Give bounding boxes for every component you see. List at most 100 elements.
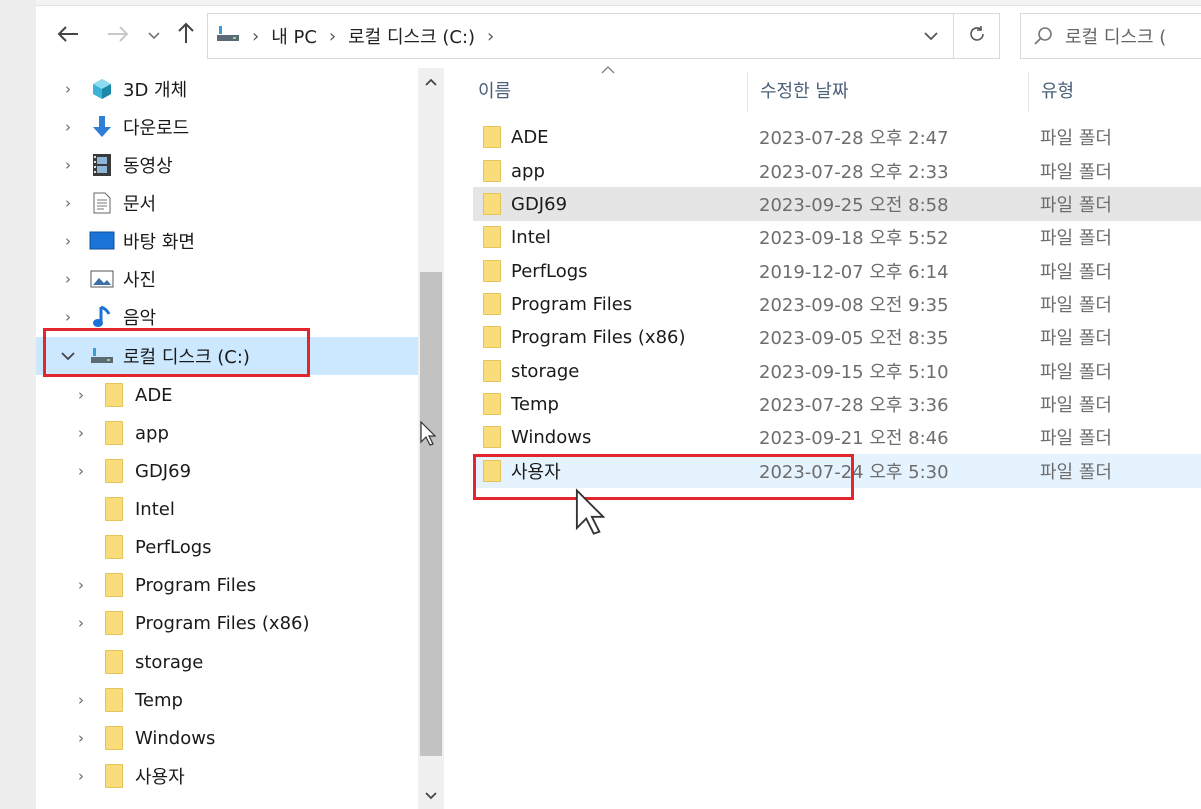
file-row-intel[interactable]: Intel 2023-09-18 오후 5:52 파일 폴더 [473, 220, 1201, 254]
tree-item-label: GDJ69 [135, 460, 192, 482]
highlight-box-local-disk [43, 328, 310, 377]
chevron-right-icon[interactable]: › [329, 26, 336, 47]
file-row-windows[interactable]: Windows 2023-09-21 오전 8:46 파일 폴더 [473, 420, 1201, 454]
document-icon [90, 191, 114, 215]
chevron-down-icon [148, 28, 160, 44]
tree-item-label: storage [135, 651, 204, 673]
tree-item-program-files-x86[interactable]: › Program Files (x86) [36, 604, 418, 642]
tree-item-app[interactable]: › app [36, 414, 418, 452]
chevron-right-icon[interactable]: › [73, 614, 89, 632]
scrollbar-thumb[interactable] [420, 272, 442, 756]
breadcrumb: › 내 PC › 로컬 디스크 (C:) › [208, 14, 506, 58]
file-row-perflogs[interactable]: PerfLogs 2019-12-07 오후 6:14 파일 폴더 [473, 254, 1201, 288]
file-date: 2023-09-05 오전 8:35 [759, 328, 949, 349]
up-button[interactable] [170, 20, 202, 52]
search-icon [1021, 26, 1065, 46]
arrow-right-icon [107, 24, 129, 49]
tree-item-label: 동영상 [123, 156, 173, 177]
tree-item-3d-objects[interactable]: › 3D 개체 [36, 70, 418, 108]
folder-icon [102, 650, 126, 674]
tree-item-pictures[interactable]: › 사진 [36, 260, 418, 298]
column-divider[interactable] [747, 72, 748, 112]
window-top-edge [36, 0, 1201, 6]
file-name: app [511, 160, 545, 182]
file-row-program-files[interactable]: Program Files 2023-09-08 오전 9:35 파일 폴더 [473, 287, 1201, 321]
back-button[interactable] [52, 20, 84, 52]
tree-item-intel[interactable]: Intel [36, 490, 418, 528]
chevron-right-icon[interactable]: › [60, 118, 76, 136]
tree-item-label: ADE [135, 384, 173, 406]
chevron-right-icon[interactable]: › [60, 270, 76, 288]
file-type: 파일 폴더 [1040, 462, 1112, 483]
folder-icon [102, 535, 126, 559]
recent-locations-button[interactable] [138, 20, 170, 52]
tree-item-label: 바탕 화면 [123, 232, 195, 253]
address-bar[interactable]: › 내 PC › 로컬 디스크 (C:) › [207, 13, 1000, 59]
file-row-program-files-x86[interactable]: Program Files (x86) 2023-09-05 오전 8:35 파… [473, 320, 1201, 354]
tree-item-label: Temp [135, 689, 183, 711]
music-note-icon [90, 305, 114, 329]
tree-item-label: 다운로드 [123, 118, 190, 139]
search-input[interactable]: 로컬 디스크 ( [1020, 13, 1201, 59]
tree-item-label: Program Files (x86) [135, 612, 310, 634]
chevron-right-icon[interactable]: › [60, 156, 76, 174]
file-name: Windows [511, 426, 592, 448]
chevron-right-icon[interactable]: › [487, 26, 494, 47]
file-row-storage[interactable]: storage 2023-09-15 오후 5:10 파일 폴더 [473, 354, 1201, 388]
file-type: 파일 폴더 [1040, 228, 1112, 249]
address-dropdown-button[interactable] [909, 14, 953, 58]
tree-item-label: 3D 개체 [123, 80, 188, 101]
column-header-date[interactable]: 수정한 날짜 [760, 68, 849, 112]
chevron-right-icon[interactable]: › [73, 462, 89, 480]
tree-item-storage[interactable]: storage [36, 643, 418, 681]
chevron-right-icon[interactable]: › [73, 767, 89, 785]
tree-item-gdj69[interactable]: › GDJ69 [36, 452, 418, 490]
file-date: 2023-09-15 오후 5:10 [759, 362, 949, 383]
tree-item-perflogs[interactable]: PerfLogs [36, 528, 418, 566]
chevron-right-icon[interactable]: › [73, 691, 89, 709]
file-type: 파일 폴더 [1040, 328, 1112, 349]
tree-item-program-files[interactable]: › Program Files [36, 566, 418, 604]
chevron-right-icon[interactable]: › [60, 194, 76, 212]
chevron-right-icon[interactable]: › [73, 576, 89, 594]
folder-icon [102, 497, 126, 521]
tree-item-documents[interactable]: › 문서 [36, 184, 418, 222]
breadcrumb-this-pc[interactable]: 내 PC [271, 23, 317, 49]
chevron-right-icon[interactable]: › [60, 232, 76, 250]
chevron-right-icon[interactable]: › [73, 424, 89, 442]
chevron-right-icon[interactable]: › [60, 80, 76, 98]
file-row-ade[interactable]: ADE 2023-07-28 오후 2:47 파일 폴더 [473, 120, 1201, 154]
column-header-name[interactable]: 이름 [478, 68, 511, 112]
tree-item-label: 문서 [123, 194, 157, 215]
file-row-temp[interactable]: Temp 2023-07-28 오후 3:36 파일 폴더 [473, 387, 1201, 421]
tree-item-desktop[interactable]: › 바탕 화면 [36, 222, 418, 260]
chevron-right-icon[interactable]: › [252, 26, 259, 47]
chevron-right-icon[interactable]: › [60, 308, 76, 326]
file-name: PerfLogs [511, 260, 588, 282]
tree-item-videos[interactable]: › 동영상 [36, 146, 418, 184]
tree-item-label: Windows [135, 727, 216, 749]
arrow-up-icon [177, 22, 195, 50]
file-row-app[interactable]: app 2023-07-28 오후 2:33 파일 폴더 [473, 154, 1201, 188]
forward-button[interactable] [102, 20, 134, 52]
file-date: 2023-07-28 오후 2:47 [759, 128, 949, 149]
tree-item-ade[interactable]: › ADE [36, 376, 418, 414]
file-type: 파일 폴더 [1040, 395, 1112, 416]
column-header-type[interactable]: 유형 [1041, 68, 1074, 112]
tree-item-temp[interactable]: › Temp [36, 681, 418, 719]
scroll-down-arrow-icon[interactable] [418, 788, 444, 808]
tree-item-downloads[interactable]: › 다운로드 [36, 108, 418, 146]
file-name: GDJ69 [511, 193, 568, 215]
scroll-up-arrow-icon[interactable] [418, 74, 444, 98]
file-row-gdj69[interactable]: GDJ69 2023-09-25 오전 8:58 파일 폴더 [473, 187, 1201, 221]
folder-icon [102, 383, 126, 407]
folder-icon [483, 420, 501, 454]
column-divider[interactable] [1028, 72, 1029, 112]
chevron-right-icon[interactable]: › [73, 729, 89, 747]
tree-item-users[interactable]: › 사용자 [36, 757, 418, 795]
chevron-right-icon[interactable]: › [73, 386, 89, 404]
file-type: 파일 폴더 [1040, 295, 1112, 316]
refresh-button[interactable] [953, 14, 1000, 58]
breadcrumb-local-disk[interactable]: 로컬 디스크 (C:) [348, 23, 475, 49]
tree-item-windows[interactable]: › Windows [36, 719, 418, 757]
